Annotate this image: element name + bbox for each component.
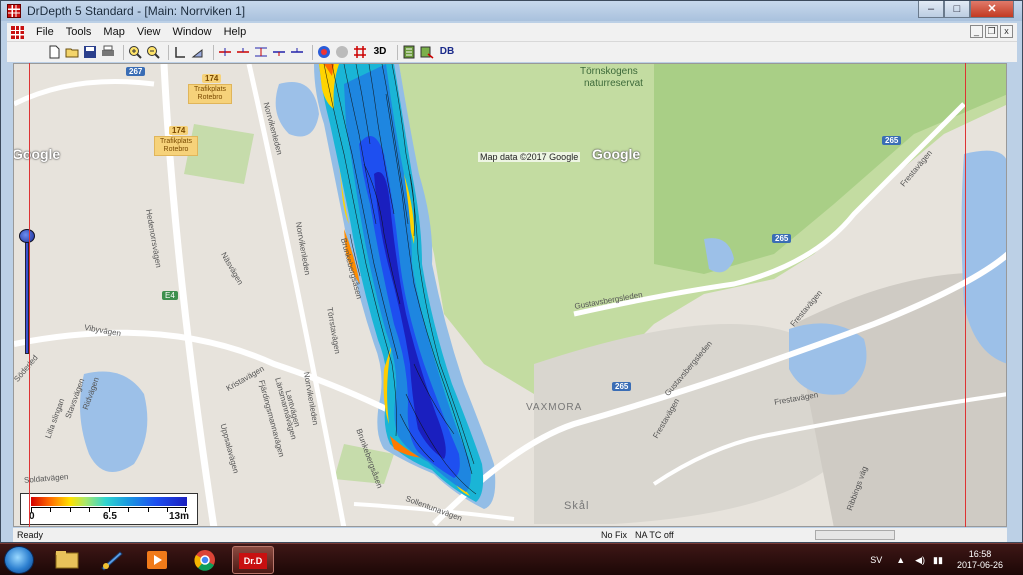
- 3d-icon[interactable]: 3D: [371, 45, 389, 59]
- legend-max: 13m: [169, 511, 190, 522]
- road-badge-174b: 174: [169, 126, 189, 135]
- app-window: DrDepth 5 Standard - [Main: Norrviken 1]…: [0, 0, 1023, 543]
- status-bar: Ready No Fix NA TC off: [13, 528, 1007, 542]
- map-attribution: Map data ©2017 Google: [478, 152, 581, 162]
- road-badge-265b: 265: [772, 234, 792, 243]
- toolbar-separator: [123, 44, 124, 60]
- track-tool-1-icon[interactable]: [218, 45, 232, 59]
- toolbar-separator: [397, 44, 398, 60]
- google-logo-center: Google: [592, 146, 641, 162]
- media-player-icon[interactable]: [138, 546, 176, 574]
- status-progress: [815, 530, 895, 540]
- toolbar-separator: [312, 44, 313, 60]
- system-tray: SV ▲ ◀) ▮▮ 16:58 2017-06-26: [870, 544, 1023, 575]
- mdi-controls: _ ❐ x: [970, 25, 1013, 38]
- skal-label: Skål: [564, 500, 590, 512]
- track-tool-2-icon[interactable]: [236, 45, 250, 59]
- google-logo-left: Google: [13, 146, 61, 162]
- road-badge-174: 174: [202, 74, 222, 83]
- road-badge-267: 267: [126, 67, 146, 76]
- print-icon[interactable]: [101, 45, 115, 59]
- mdi-close-button[interactable]: x: [1000, 25, 1013, 38]
- tray-arrow-icon[interactable]: ▲: [896, 555, 905, 565]
- status-ready: Ready: [17, 530, 44, 540]
- measure-icon[interactable]: [173, 45, 187, 59]
- maximize-button[interactable]: □: [944, 1, 970, 18]
- boundary-line-right: [965, 63, 966, 527]
- park-label-1: Törnskogens: [580, 66, 638, 77]
- document-menu-icon[interactable]: [11, 25, 24, 39]
- track-tool-4-icon[interactable]: [272, 45, 286, 59]
- track-tool-3-icon[interactable]: [254, 45, 268, 59]
- menu-bar: File Tools Map View Window Help _ ❐ x: [7, 23, 1017, 42]
- chrome-icon[interactable]: [186, 546, 224, 574]
- drdepth-icon[interactable]: Dr.D: [232, 546, 274, 574]
- start-button[interactable]: [4, 546, 34, 574]
- district-label: VAXMORA: [526, 402, 583, 413]
- status-tc: NA TC off: [635, 530, 674, 540]
- menu-view[interactable]: View: [131, 26, 167, 38]
- toolbar: 3D DB: [7, 42, 1017, 62]
- language-indicator[interactable]: SV: [870, 555, 882, 565]
- explorer-icon[interactable]: [48, 546, 86, 574]
- depth-legend: 0 6.5 13m: [20, 493, 198, 525]
- color-depth-icon[interactable]: [317, 45, 331, 59]
- window-title: DrDepth 5 Standard - [Main: Norrviken 1]: [27, 4, 246, 18]
- boundary-line-left: [29, 63, 30, 527]
- export-icon[interactable]: [420, 45, 434, 59]
- open-icon[interactable]: [65, 45, 79, 59]
- new-icon[interactable]: [47, 45, 61, 59]
- menu-help[interactable]: Help: [218, 26, 253, 38]
- mdi-minimize-button[interactable]: _: [970, 25, 983, 38]
- legend-mid: 6.5: [103, 511, 117, 522]
- depth-slider-knob[interactable]: [19, 229, 35, 243]
- zoom-in-icon[interactable]: [128, 45, 142, 59]
- toolbar-separator: [213, 44, 214, 60]
- mdi-restore-button[interactable]: ❐: [985, 25, 998, 38]
- clock-date: 2017-06-26: [956, 560, 1003, 570]
- zoom-out-icon[interactable]: [146, 45, 160, 59]
- menu-window[interactable]: Window: [166, 26, 217, 38]
- drdepth-alt-icon[interactable]: [92, 546, 130, 574]
- minimize-button[interactable]: –: [918, 1, 944, 18]
- app-logo-icon: [7, 4, 21, 18]
- area-icon[interactable]: [191, 45, 205, 59]
- close-button[interactable]: ✕: [970, 1, 1014, 18]
- taskbar: Dr.D SV ▲ ◀) ▮▮ 16:58 2017-06-26: [0, 543, 1023, 575]
- status-fix: No Fix: [601, 530, 628, 540]
- shade-icon[interactable]: [335, 45, 349, 59]
- database-icon[interactable]: DB: [438, 45, 456, 59]
- park-label-2: naturreservat: [584, 78, 643, 89]
- road-badge-e4: E4: [162, 291, 178, 300]
- title-bar[interactable]: DrDepth 5 Standard - [Main: Norrviken 1]…: [1, 1, 1022, 21]
- track-tool-5-icon[interactable]: [290, 45, 304, 59]
- trafikplats-label-1: Trafikplats Rotebro: [188, 84, 232, 104]
- clock[interactable]: 16:58 2017-06-26: [957, 549, 1003, 571]
- window-controls: – □ ✕: [918, 1, 1014, 18]
- toolbar-separator: [168, 44, 169, 60]
- menu-file[interactable]: File: [30, 26, 60, 38]
- clock-time: 16:58: [968, 549, 992, 559]
- road-badge-265a: 265: [882, 136, 902, 145]
- map-canvas[interactable]: 267 174 Trafikplats Rotebro 174 Trafikpl…: [13, 63, 1007, 527]
- network-icon[interactable]: ▮▮: [933, 555, 943, 566]
- menu-tools[interactable]: Tools: [60, 26, 98, 38]
- grid-icon[interactable]: [353, 45, 367, 59]
- legend-color-bar: [31, 497, 187, 506]
- trafikplats-label-2: Trafikplats Rotebro: [154, 136, 198, 156]
- road-badge-265c: 265: [612, 382, 632, 391]
- save-icon[interactable]: [83, 45, 97, 59]
- volume-icon[interactable]: ◀): [915, 555, 925, 566]
- menu-map[interactable]: Map: [97, 26, 130, 38]
- report-icon[interactable]: [402, 45, 416, 59]
- drdepth-taskbar-label: Dr.D: [239, 553, 267, 569]
